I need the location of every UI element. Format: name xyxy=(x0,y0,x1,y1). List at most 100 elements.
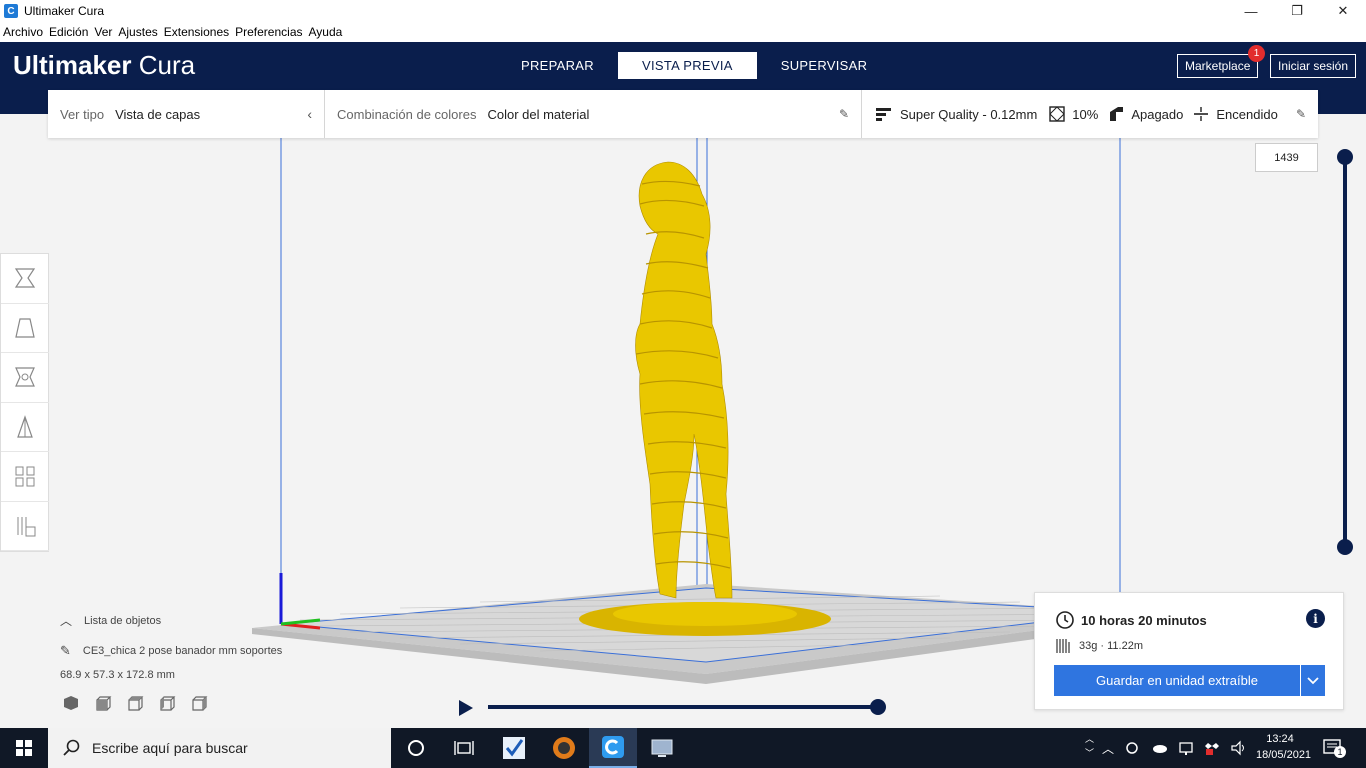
menu-edicion[interactable]: Edición xyxy=(49,25,88,39)
play-icon xyxy=(459,700,473,716)
tab-vista-previa[interactable]: VISTA PREVIA xyxy=(617,52,757,79)
object-list-header: Lista de objetos xyxy=(84,614,162,627)
task-view-button[interactable] xyxy=(440,728,488,768)
layer-slider-track[interactable] xyxy=(1343,157,1347,548)
taskbar-app-cura[interactable] xyxy=(589,728,637,768)
tray-app-icon[interactable] xyxy=(1124,740,1140,756)
simulation-slider-track[interactable] xyxy=(488,705,878,709)
object-list-toggle[interactable]: ︿ Lista de objetos xyxy=(60,612,282,629)
cortana-icon xyxy=(408,740,424,756)
rotate-tool-button[interactable] xyxy=(1,353,49,403)
tray-chevron-up-icon[interactable]: ︿ xyxy=(1102,740,1114,757)
window-titlebar: C Ultimaker Cura — ❐ ✕ xyxy=(0,0,1366,22)
print-settings-selector[interactable]: Super Quality - 0.12mm 10% Apagado Encen… xyxy=(862,90,1318,138)
clock-time: 13:24 xyxy=(1266,733,1294,745)
layer-number-input[interactable]: 1439 xyxy=(1255,143,1318,172)
right-view-icon[interactable] xyxy=(190,694,208,712)
mirror-tool-button[interactable] xyxy=(1,403,49,452)
filament-icon xyxy=(1056,639,1070,653)
network-icon[interactable] xyxy=(1178,740,1194,756)
clock-date: 18/05/2021 xyxy=(1256,749,1312,761)
taskbar-app-todo[interactable] xyxy=(490,728,538,768)
color-scheme-label: Combinación de colores xyxy=(337,106,477,122)
menu-extensiones[interactable]: Extensiones xyxy=(164,25,229,39)
object-name: CE3_chica 2 pose banador mm soportes xyxy=(82,645,283,657)
taskbar-app-monitor[interactable] xyxy=(638,728,686,768)
simulation-slider-handle[interactable] xyxy=(870,699,886,715)
3d-view-icon[interactable] xyxy=(62,694,80,712)
signin-button[interactable]: Iniciar sesión xyxy=(1270,54,1357,78)
left-view-icon[interactable] xyxy=(158,694,176,712)
scale-tool-button[interactable] xyxy=(1,304,49,353)
material-usage: 33g · 11.22m xyxy=(1079,640,1144,652)
pencil-icon: ✎ xyxy=(1295,107,1306,121)
camera-view-buttons xyxy=(62,694,208,712)
close-button[interactable]: ✕ xyxy=(1320,0,1366,22)
play-simulation-button[interactable] xyxy=(458,699,474,722)
view-type-value: Vista de capas xyxy=(115,106,201,122)
menu-ver[interactable]: Ver xyxy=(94,25,112,39)
checkmark-app-icon xyxy=(503,737,525,759)
info-icon[interactable]: i xyxy=(1306,609,1325,628)
taskbar-search-box[interactable]: Escribe aquí para buscar xyxy=(48,728,391,768)
task-view-icon xyxy=(454,741,474,755)
tab-preparar[interactable]: PREPARAR xyxy=(497,52,618,79)
adhesion-icon xyxy=(1194,107,1209,121)
notification-center-button[interactable]: 1 xyxy=(1322,738,1346,763)
pencil-icon: ✎ xyxy=(838,107,849,121)
maximize-button[interactable]: ❐ xyxy=(1274,0,1320,22)
infill-icon xyxy=(1049,106,1065,122)
support-blocker-icon xyxy=(17,516,36,537)
move-icon xyxy=(14,268,36,288)
taskbar-scroll-icon[interactable]: ︿ ﹀ xyxy=(1085,732,1094,760)
onedrive-icon[interactable] xyxy=(1150,740,1168,754)
settings-bar: Ver tipo Vista de capas ‹ Combinación de… xyxy=(48,90,1318,138)
3d-viewport[interactable]: 1439 ︿ Lista de objetos ✎ CE3_chica 2 po… xyxy=(0,114,1366,728)
layer-slider-top-handle[interactable] xyxy=(1337,149,1353,165)
taskbar-clock[interactable]: 13:24 18/05/2021 xyxy=(1256,731,1312,763)
windows-taskbar: Escribe aquí para buscar ︿ ﹀ ︿ 13:24 18/0… xyxy=(0,728,1366,768)
layer-slider-bottom-handle[interactable] xyxy=(1337,539,1353,555)
chevron-up-icon: ︿ xyxy=(60,614,73,628)
menu-archivo[interactable]: Archivo xyxy=(3,25,43,39)
support-blocker-button[interactable] xyxy=(1,502,49,551)
quality-icon xyxy=(876,108,891,121)
cortana-button[interactable] xyxy=(392,728,440,768)
volume-icon[interactable] xyxy=(1230,740,1248,756)
ultimaker-cura-logo: Ultimaker Cura xyxy=(13,50,196,80)
save-removable-drive-button[interactable]: Guardar en unidad extraíble xyxy=(1054,665,1300,696)
monitor-app-icon xyxy=(651,739,673,757)
menu-ajustes[interactable]: Ajustes xyxy=(118,25,157,39)
view-type-selector[interactable]: Ver tipo Vista de capas ‹ xyxy=(48,90,324,138)
support-value: Apagado xyxy=(1131,106,1184,122)
cura-app-icon: C xyxy=(4,4,18,18)
stage-tabs: PREPARAR VISTA PREVIA SUPERVISAR xyxy=(497,52,891,79)
chevron-left-icon: ‹ xyxy=(307,106,312,122)
scale-icon xyxy=(15,318,35,338)
per-model-settings-button[interactable] xyxy=(1,452,49,502)
marketplace-button[interactable]: Marketplace xyxy=(1177,54,1259,78)
menu-preferencias[interactable]: Preferencias xyxy=(235,25,302,39)
tab-supervisar[interactable]: SUPERVISAR xyxy=(757,52,892,79)
color-scheme-value: Color del material xyxy=(487,106,590,122)
left-toolbar xyxy=(0,253,49,552)
mirror-icon xyxy=(17,414,33,438)
taskbar-app-orange[interactable] xyxy=(540,728,588,768)
marketplace-badge: 1 xyxy=(1248,45,1265,62)
window-title: Ultimaker Cura xyxy=(24,4,105,18)
start-button[interactable] xyxy=(0,728,48,768)
color-scheme-selector[interactable]: Combinación de colores Color del materia… xyxy=(325,90,861,138)
minimize-button[interactable]: — xyxy=(1228,0,1274,22)
orange-app-icon xyxy=(553,737,575,759)
system-tray: ︿ xyxy=(1102,740,1248,757)
move-tool-button[interactable] xyxy=(1,254,49,304)
top-view-icon[interactable] xyxy=(126,694,144,712)
infill-value: 10% xyxy=(1072,106,1099,122)
save-options-dropdown[interactable] xyxy=(1301,665,1325,696)
menu-ayuda[interactable]: Ayuda xyxy=(309,25,343,39)
clock-icon xyxy=(1056,611,1074,629)
front-view-icon[interactable] xyxy=(94,694,112,712)
pencil-icon[interactable]: ✎ xyxy=(60,643,71,659)
dropbox-icon[interactable] xyxy=(1204,740,1220,756)
object-list-panel: ︿ Lista de objetos ✎ CE3_chica 2 pose ba… xyxy=(60,612,282,681)
